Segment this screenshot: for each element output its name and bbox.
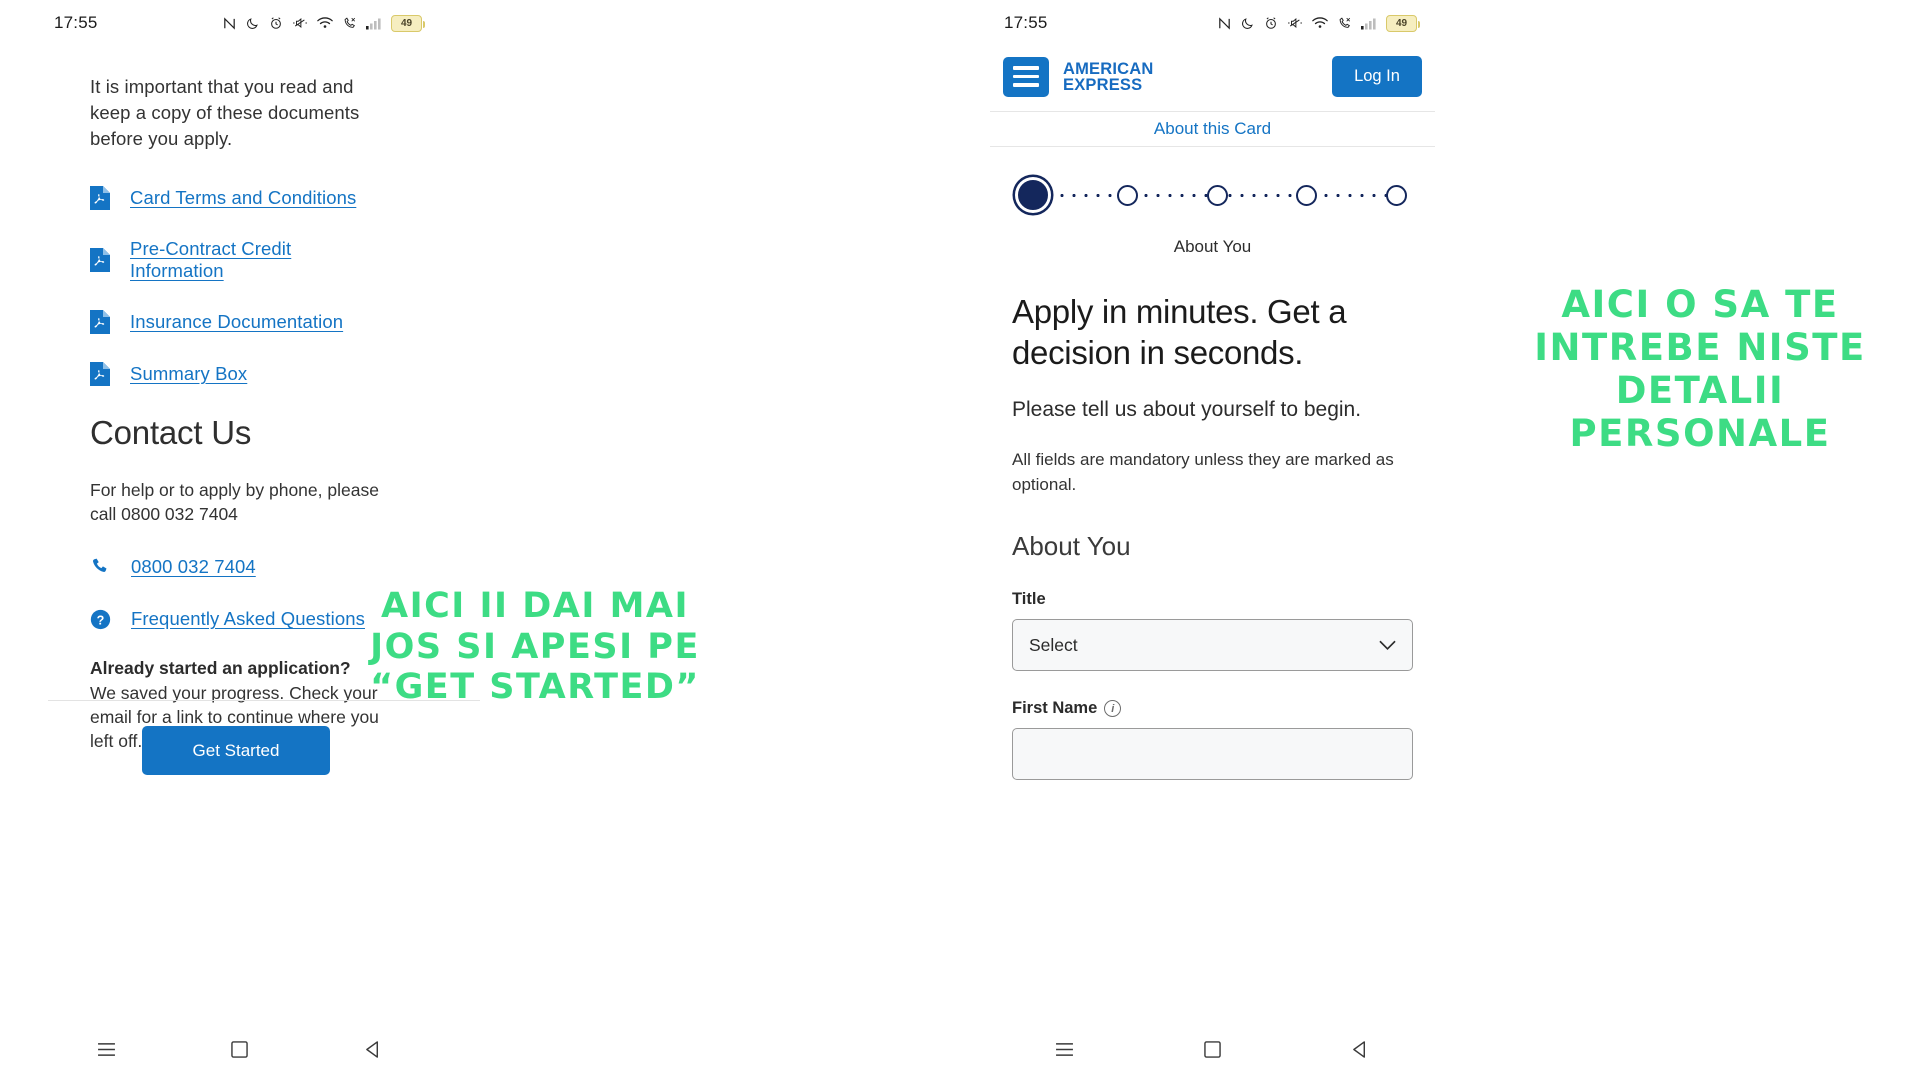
alarm-icon (1266, 17, 1276, 29)
status-time: 17:55 (54, 13, 98, 32)
faq-link-label[interactable]: Frequently Asked Questions (131, 608, 365, 630)
stepper-dot-3[interactable] (1206, 184, 1228, 206)
stepper-dot-4[interactable] (1296, 184, 1318, 206)
document-link-row[interactable]: Card Terms and Conditions (90, 186, 390, 210)
document-link-label[interactable]: Summary Box (130, 363, 247, 385)
android-nav-bar-left (40, 1018, 440, 1080)
stepper-dot-5[interactable] (1386, 184, 1407, 206)
document-link-row[interactable]: Summary Box (90, 362, 390, 386)
first-name-label-text: First Name (1012, 699, 1098, 717)
status-icons: 49 (222, 14, 425, 32)
stepper-dot-2[interactable] (1116, 184, 1138, 206)
annotation-left: AICI II DAI MAI JOS SI APESI PE “GET STA… (370, 586, 700, 708)
missed-call-icon (1339, 17, 1351, 28)
mute-icon (293, 18, 307, 28)
document-links-list: Card Terms and Conditions Pre-Contract C… (90, 186, 390, 386)
battery-level: 49 (1395, 17, 1408, 29)
page-lead-text: Please tell us about yourself to begin. (1012, 398, 1362, 421)
home-icon[interactable] (210, 1029, 270, 1069)
moon-icon (1242, 18, 1253, 29)
battery-level: 49 (400, 17, 413, 29)
mandatory-fields-note: All fields are mandatory unless they are… (1012, 450, 1394, 494)
document-link-label[interactable]: Insurance Documentation (130, 311, 343, 333)
annotation-right: AICI O SA TE INTREBE NISTE DETALII PERSO… (1534, 283, 1866, 455)
about-you-section-heading: About You (1012, 531, 1131, 561)
get-started-button[interactable]: Get Started (142, 726, 330, 775)
back-icon[interactable] (1331, 1029, 1391, 1069)
document-link-row[interactable]: Pre-Contract Credit Information (90, 238, 390, 282)
screenshot-canvas: 17:55 49 It is important that you read a… (0, 0, 1920, 1080)
svg-text:?: ? (97, 613, 105, 627)
pdf-icon (90, 362, 110, 386)
title-select[interactable]: Select (1012, 619, 1413, 671)
stepper-current-label: About You (1173, 237, 1252, 256)
left-phone-screen: 17:55 49 It is important that you read a… (40, 0, 480, 1080)
back-icon[interactable] (343, 1029, 403, 1069)
first-name-input[interactable] (1012, 728, 1413, 780)
recents-icon[interactable] (1034, 1029, 1094, 1069)
battery-icon: 49 (391, 14, 425, 32)
nfc-icon (224, 16, 235, 30)
phone-link-label[interactable]: 0800 032 7404 (131, 556, 256, 578)
log-in-button[interactable]: Log In (1332, 56, 1422, 97)
title-select-value: Select (1029, 634, 1078, 655)
recents-icon[interactable] (77, 1029, 137, 1069)
phone-icon (93, 558, 107, 572)
progress-stepper (990, 163, 1435, 227)
about-this-card-link[interactable]: About this Card (1154, 119, 1271, 139)
title-label-text: Title (1012, 590, 1046, 608)
amex-header-left: AMERICAN EXPRESS (1003, 56, 1154, 97)
signal-icon (366, 18, 381, 30)
amex-header: AMERICAN EXPRESS Log In (990, 46, 1435, 111)
status-bar-left: 17:55 49 (40, 0, 440, 46)
info-icon[interactable]: i (1104, 700, 1122, 717)
contact-us-text: For help or to apply by phone, please ca… (90, 480, 379, 524)
document-link-label[interactable]: Card Terms and Conditions (130, 187, 356, 209)
moon-icon (247, 18, 258, 29)
hamburger-menu-icon[interactable] (1003, 56, 1049, 97)
signal-icon (1361, 18, 1376, 30)
title-field-label: Title (1012, 590, 1413, 609)
battery-icon: 49 (1386, 14, 1420, 32)
missed-call-icon (344, 17, 356, 28)
wifi-icon (1312, 17, 1328, 28)
alarm-icon (271, 17, 281, 29)
right-phone-screen: 17:55 49 AMERICAN EXPRESS Log In About t… (990, 0, 1435, 1080)
question-mark-icon: ? (90, 609, 111, 629)
status-time: 17:55 (1004, 13, 1048, 32)
document-link-row[interactable]: Insurance Documentation (90, 310, 390, 334)
home-icon[interactable] (1182, 1029, 1242, 1069)
chevron-down-icon (1379, 640, 1396, 650)
nfc-icon (1219, 16, 1230, 30)
faq-link-row[interactable]: ? Frequently Asked Questions (90, 608, 390, 630)
pdf-icon (90, 248, 110, 272)
android-nav-bar-right (990, 1018, 1435, 1080)
pdf-icon (90, 310, 110, 334)
american-express-logo: AMERICAN EXPRESS (1063, 59, 1154, 94)
resume-heading: Already started an application? (90, 658, 351, 678)
status-icons: 49 (1217, 14, 1420, 32)
mute-icon (1288, 18, 1302, 28)
contact-us-heading: Contact Us (90, 414, 252, 451)
stepper-dot-1-active[interactable] (1018, 180, 1048, 210)
stepper-dots (990, 163, 1435, 227)
pdf-icon (90, 186, 110, 210)
status-bar-right: 17:55 49 (990, 0, 1435, 46)
document-link-label[interactable]: Pre-Contract Credit Information (130, 238, 390, 282)
phone-link-row[interactable]: 0800 032 7404 (90, 556, 390, 578)
first-name-field-label: First Name i (1012, 699, 1413, 718)
brand-line-2: EXPRESS (1063, 75, 1143, 94)
wifi-icon (317, 17, 333, 28)
page-headline: Apply in minutes. Get a decision in seco… (1012, 293, 1347, 371)
about-this-card-subnav: About this Card (990, 111, 1435, 147)
right-content: Apply in minutes. Get a decision in seco… (990, 291, 1435, 780)
brand-line-1: AMERICAN (1063, 59, 1154, 78)
documents-intro-text: It is important that you read and keep a… (90, 76, 360, 149)
